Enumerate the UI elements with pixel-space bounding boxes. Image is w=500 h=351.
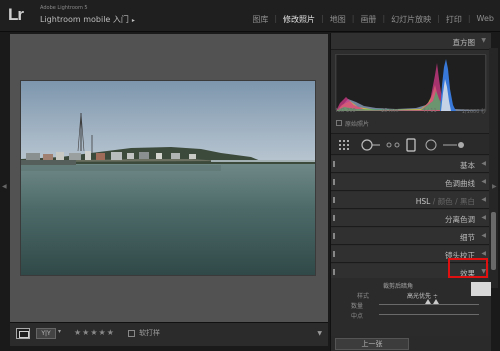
panel-switch-icon[interactable] <box>333 179 335 185</box>
right-panel-toggle-icon[interactable]: ▶ <box>492 183 497 190</box>
spot-removal-icon[interactable] <box>361 139 380 151</box>
soft-proof-checkbox[interactable] <box>128 330 135 337</box>
red-eye-icon[interactable] <box>386 142 400 148</box>
harbor-photo <box>21 81 315 275</box>
effects-highlight-box <box>448 258 488 278</box>
lightroom-logo: Lr <box>8 5 24 24</box>
identity-plate[interactable]: Lightroom mobile 入门 ▸ <box>40 14 135 25</box>
section-hsl[interactable]: HSL / 颜色 / 黑白 ◀ <box>331 192 491 209</box>
section-basic[interactable]: 基本 ◀ <box>331 156 491 173</box>
exif-shutter: 1/1600 秒 <box>461 109 486 115</box>
expand-arrow-icon: ◀ <box>481 178 486 185</box>
original-photo-label: 原始照片 <box>345 121 370 128</box>
module-map[interactable]: 地图 <box>324 14 352 25</box>
left-panel-toggle-icon[interactable]: ◀ <box>2 183 7 190</box>
adjustment-brush-icon[interactable] <box>443 142 464 148</box>
section-detail-label: 细节 <box>460 233 475 242</box>
histogram-title: 直方图 <box>452 38 476 47</box>
expand-arrow-icon: ◀ <box>481 196 486 203</box>
app-title: Lightroom mobile 入门 <box>40 15 129 24</box>
module-web[interactable]: Web <box>471 14 500 25</box>
panel-switch-icon[interactable] <box>333 269 335 275</box>
photo-preview[interactable] <box>20 80 316 276</box>
before-after-button[interactable]: Y|Y <box>36 328 56 339</box>
section-basic-label: 基本 <box>460 161 475 170</box>
section-split-toning-label: 分离色调 <box>445 215 475 224</box>
expand-arrow-icon: ◀ <box>481 160 486 167</box>
style-label: 样式 <box>357 293 370 300</box>
radial-filter-icon[interactable] <box>425 139 437 151</box>
soft-proof-label: 软打样 <box>139 329 160 337</box>
amount-slider[interactable] <box>379 304 479 305</box>
section-detail[interactable]: 细节 ◀ <box>331 228 491 245</box>
exif-iso: ISO 200 <box>336 108 356 114</box>
midpoint-label: 中点 <box>351 313 364 320</box>
module-develop[interactable]: 修改照片 <box>277 14 321 25</box>
midpoint-slider[interactable] <box>379 314 479 315</box>
histogram-chart[interactable] <box>335 54 487 111</box>
previous-button[interactable]: 上一张 <box>335 338 409 350</box>
panel-scrollbar-thumb[interactable] <box>491 212 496 270</box>
expand-arrow-icon: ▸ <box>131 17 135 24</box>
module-book[interactable]: 画册 <box>354 14 382 25</box>
amount-slider-knob[interactable] <box>425 299 431 304</box>
amount-slider-knob-2[interactable] <box>433 299 439 304</box>
module-slideshow[interactable]: 幻灯片放映 <box>385 14 437 25</box>
top-bar: Lr Adobe Lightroom 5 Lightroom mobile 入门… <box>0 0 500 32</box>
panel-switch-icon[interactable] <box>333 251 335 257</box>
bottom-toolbar: Y|Y ▾ ★★★★★ 软打样 ▼ <box>10 322 328 346</box>
effects-panel-body: 裁剪后暗角 样式 高光优先 ÷ 数量 中点 <box>331 278 491 336</box>
section-tone-curve-label: 色调曲线 <box>445 179 475 188</box>
panel-switch-icon[interactable] <box>333 161 335 167</box>
star-rating[interactable]: ★★★★★ <box>74 328 115 337</box>
expand-arrow-icon: ◀ <box>481 250 486 257</box>
tool-strip <box>331 133 491 155</box>
panel-switch-icon[interactable] <box>333 233 335 239</box>
tab-hsl[interactable]: HSL <box>416 197 431 206</box>
app-subtitle: Adobe Lightroom 5 <box>40 5 88 11</box>
amount-label: 数量 <box>351 303 364 310</box>
original-photo-checkbox[interactable] <box>336 120 342 126</box>
post-crop-vignetting-title: 裁剪后暗角 <box>383 283 414 290</box>
graduated-filter-icon[interactable] <box>406 138 416 152</box>
exif-info: ISO 200 16 mm f / 11 1/1600 秒 <box>336 108 486 115</box>
module-print[interactable]: 打印 <box>440 14 468 25</box>
module-library[interactable]: 图库 <box>246 14 274 25</box>
tab-color[interactable]: 颜色 <box>438 197 453 206</box>
panel-bottom-buttons: 上一张 <box>331 336 491 351</box>
crop-tool-icon[interactable] <box>339 140 349 150</box>
develop-right-panel: 直方图 ▼ ISO 200 16 mm f / 11 1/1600 秒 原始照片 <box>330 33 491 351</box>
photo-canvas <box>10 34 328 322</box>
collapse-arrow-icon: ▼ <box>481 37 486 44</box>
panel-switch-icon[interactable] <box>333 215 335 221</box>
module-picker: 图库 | 修改照片 | 地图 | 画册 | 幻灯片放映 | 打印 | Web <box>246 14 500 25</box>
loupe-view-button[interactable] <box>16 328 30 339</box>
expand-arrow-icon: ◀ <box>481 232 486 239</box>
panel-switch-icon[interactable] <box>333 197 335 203</box>
tab-black-white[interactable]: 黑白 <box>460 197 475 206</box>
histogram-graph <box>335 55 487 111</box>
section-tone-curve[interactable]: 色调曲线 ◀ <box>331 174 491 191</box>
exif-aperture: f / 11 <box>423 108 437 114</box>
histogram-header[interactable]: 直方图 ▼ <box>331 33 491 50</box>
before-after-dropdown-icon[interactable]: ▾ <box>58 328 61 335</box>
expand-arrow-icon: ◀ <box>481 214 486 221</box>
tool-icons <box>339 138 464 152</box>
exif-focal-length: 16 mm <box>380 108 399 114</box>
toolbar-menu-icon[interactable]: ▼ <box>317 330 322 337</box>
slider-value-box[interactable] <box>471 282 491 296</box>
section-split-toning[interactable]: 分离色调 ◀ <box>331 210 491 227</box>
